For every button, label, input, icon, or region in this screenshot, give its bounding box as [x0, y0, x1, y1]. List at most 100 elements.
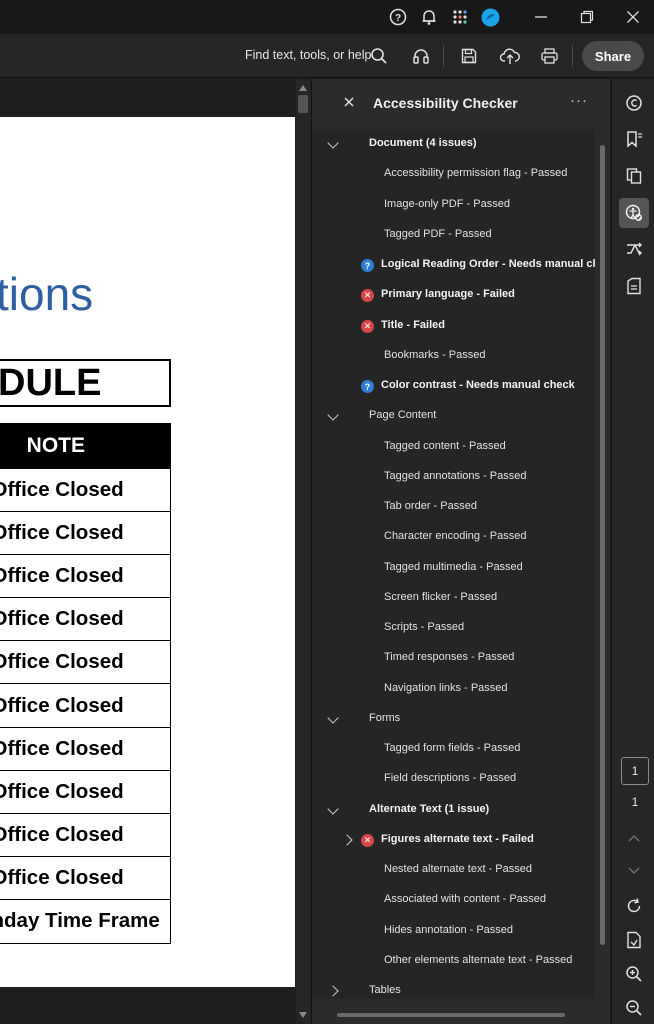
tree-check-item[interactable]: Character encoding - Passed	[312, 523, 595, 551]
search-icon[interactable]	[368, 45, 390, 67]
tree-category[interactable]: Page Content	[312, 402, 595, 430]
minimize-icon[interactable]	[530, 6, 552, 28]
tree-item-label: Character encoding - Passed	[384, 530, 527, 543]
table-row: Office Closed	[0, 467, 171, 512]
note-cell: Office Closed	[0, 856, 171, 901]
headphones-icon[interactable]	[410, 45, 432, 67]
more-options-icon[interactable]: ···	[570, 92, 588, 109]
close-panel-icon[interactable]	[342, 95, 356, 109]
current-page-input[interactable]: 1	[621, 757, 649, 785]
document-viewer[interactable]: tions DULE NOTE Office Closed Office Clos…	[0, 79, 311, 1024]
note-cell-text: Office Closed	[0, 607, 124, 631]
chevron-down-icon[interactable]	[327, 137, 339, 149]
tree-item-label: Title - Failed	[381, 318, 445, 331]
tree-check-item[interactable]: Hides annotation - Passed	[312, 917, 595, 945]
tree-check-item[interactable]: ? Logical Reading Order - Needs manual ch…	[312, 251, 595, 279]
tree-item-label: Accessibility permission flag - Passed	[384, 167, 568, 180]
print-icon[interactable]	[538, 45, 560, 67]
tree-check-item[interactable]: ? Color contrast - Needs manual check	[312, 372, 595, 400]
help-icon[interactable]: ?	[387, 6, 409, 28]
note-cell-text: Office Closed	[0, 823, 124, 847]
tree-check-item[interactable]: Tagged multimedia - Passed	[312, 554, 595, 582]
tree-category[interactable]: Tables	[312, 977, 595, 999]
compare-icon[interactable]	[619, 235, 649, 265]
save-icon[interactable]	[458, 45, 480, 67]
table-row: Office Closed	[0, 683, 171, 728]
table-row: Office Closed	[0, 769, 171, 815]
tree-check-item[interactable]: Tagged PDF - Passed	[312, 221, 595, 249]
panel-horizontal-scroll-thumb[interactable]	[337, 1013, 565, 1017]
tree-item-label: Tagged form fields - Passed	[384, 742, 521, 754]
tree-check-item[interactable]: Image-only PDF - Passed	[312, 191, 595, 219]
zoom-in-icon[interactable]	[619, 959, 649, 989]
note-cell: Office Closed	[0, 726, 171, 771]
cloud-upload-icon[interactable]	[499, 45, 521, 67]
accessibility-icon[interactable]	[619, 198, 649, 228]
tree-check-item[interactable]: ✕ Primary language - Failed	[312, 281, 595, 309]
bookmarks-icon[interactable]	[619, 124, 649, 154]
tree-check-item[interactable]: Field descriptions - Passed	[312, 765, 595, 793]
failed-icon: ✕	[361, 289, 374, 303]
table-row: Office Closed	[0, 726, 171, 771]
tree-check-item[interactable]: ✕ Title - Failed	[312, 312, 595, 340]
restore-icon[interactable]	[576, 6, 598, 28]
document-scroll-thumb[interactable]	[298, 95, 308, 113]
schedule-title-box: DULE	[0, 359, 171, 407]
bell-icon[interactable]	[418, 6, 440, 28]
zoom-out-icon[interactable]	[619, 993, 649, 1023]
tree-category[interactable]: Forms	[312, 705, 595, 733]
find-text-tools-help[interactable]: Find text, tools, or help	[245, 48, 371, 62]
tree-check-item[interactable]: Tagged content - Passed	[312, 433, 595, 461]
close-icon[interactable]	[622, 6, 644, 28]
previous-page-icon[interactable]	[619, 823, 649, 853]
rotate-icon[interactable]	[619, 891, 649, 921]
comment-icon[interactable]	[619, 88, 649, 118]
tree-item-label: Page Content	[369, 409, 437, 422]
apps-grid-icon[interactable]	[449, 6, 471, 28]
tree-item-label: Navigation links - Passed	[384, 681, 508, 694]
tree-check-item[interactable]: Tagged annotations - Passed	[312, 463, 595, 491]
schedule-table: NOTE Office Closed Office Closed Office Cl…	[0, 423, 171, 944]
extract-page-icon[interactable]	[619, 925, 649, 955]
tree-item-label: Nested alternate text - Passed	[384, 863, 532, 875]
scroll-down-arrow-icon[interactable]	[299, 1012, 307, 1018]
tree-check-item[interactable]: Tagged form fields - Passed	[312, 735, 595, 763]
toolbar: Find text, tools, or help Share	[0, 34, 654, 78]
document-page: tions DULE NOTE Office Closed Office Clos…	[0, 117, 295, 987]
tree-check-item[interactable]: Nested alternate text - Passed	[312, 856, 595, 884]
tree-check-item[interactable]: Navigation links - Passed	[312, 675, 595, 703]
profile-avatar-icon[interactable]	[479, 6, 501, 28]
tree-category[interactable]: Alternate Text (1 issue)	[312, 796, 595, 824]
chevron-down-icon[interactable]	[327, 712, 339, 724]
tree-check-item[interactable]: Bookmarks - Passed	[312, 342, 595, 370]
tree-check-item[interactable]: Scripts - Passed	[312, 614, 595, 642]
tree-item-label: Associated with content - Passed	[384, 893, 547, 906]
tree-check-item[interactable]: Tab order - Passed	[312, 493, 595, 521]
tree-check-item[interactable]: Associated with content - Passed	[312, 886, 595, 914]
tree-item-label: Document (4 issues)	[369, 137, 477, 149]
scroll-up-arrow-icon[interactable]	[299, 85, 307, 91]
document-scrollbar[interactable]	[296, 79, 311, 1024]
pages-icon[interactable]	[619, 161, 649, 191]
share-button[interactable]: Share	[582, 41, 644, 71]
note-cell: Office Closed	[0, 812, 171, 858]
tree-check-item[interactable]: Screen flicker - Passed	[312, 584, 595, 612]
document-info-icon[interactable]	[619, 271, 649, 301]
tree-check-item[interactable]: ✕ Figures alternate text - Failed	[312, 826, 595, 854]
tree-check-item[interactable]: Timed responses - Passed	[312, 644, 595, 672]
tree-check-item[interactable]: Other elements alternate text - Passed	[312, 947, 595, 975]
panel-scrollbar[interactable]	[597, 129, 609, 999]
note-cell-text: Office Closed	[0, 693, 124, 717]
tree-category[interactable]: Document (4 issues)	[312, 130, 595, 158]
tree-check-item[interactable]: Accessibility permission flag - Passed	[312, 160, 595, 188]
chevron-right-icon[interactable]	[341, 834, 353, 846]
note-cell-text: Office Closed	[0, 563, 124, 587]
chevron-right-icon[interactable]	[327, 985, 339, 997]
next-page-icon[interactable]	[619, 856, 649, 886]
note-cell-text: Office Closed	[0, 736, 124, 760]
chevron-down-icon[interactable]	[327, 409, 339, 421]
chevron-down-icon[interactable]	[327, 802, 339, 815]
panel-scroll-thumb[interactable]	[600, 145, 605, 945]
note-cell: Office Closed	[0, 683, 171, 728]
tree-item-label: Tagged content - Passed	[384, 439, 506, 452]
